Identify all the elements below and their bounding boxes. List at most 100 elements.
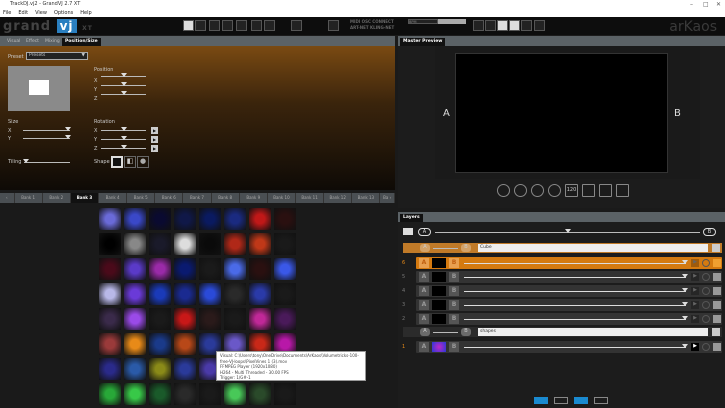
layer-opacity-slider[interactable] xyxy=(464,288,688,292)
layer-group[interactable]: A Bshapes xyxy=(403,327,722,337)
preset-dropdown[interactable]: Presets ▼ xyxy=(26,52,88,60)
clip-thumbnail[interactable] xyxy=(149,258,171,280)
group-b-button[interactable]: B xyxy=(461,244,471,252)
pencil-icon[interactable] xyxy=(616,184,629,197)
layer-thumbnail[interactable] xyxy=(432,314,446,324)
layer-row[interactable]: A B ▶ xyxy=(416,299,722,311)
layer-a-button[interactable]: A xyxy=(419,314,429,324)
layer-row[interactable]: A B ▶ xyxy=(416,257,722,269)
layer-thumbnail[interactable] xyxy=(432,272,446,282)
clip-thumbnail[interactable] xyxy=(224,308,246,330)
brightness-icon[interactable] xyxy=(514,184,527,197)
tab-effect[interactable]: Effect xyxy=(23,38,42,46)
layer-thumbnail[interactable] xyxy=(432,258,446,268)
clip-thumbnail[interactable] xyxy=(99,333,121,355)
layer-a-button[interactable]: A xyxy=(419,272,429,282)
group-name-field[interactable]: Cube xyxy=(478,244,708,252)
clip-thumbnail[interactable] xyxy=(249,233,271,255)
layer-row[interactable]: A B ▶ xyxy=(416,313,722,325)
clip-thumbnail[interactable] xyxy=(99,208,121,230)
layer-b-button[interactable]: B xyxy=(449,258,459,268)
contrast-icon[interactable] xyxy=(548,184,561,197)
layer-opacity-slider[interactable] xyxy=(464,302,688,306)
bank-tab[interactable]: Ba › xyxy=(380,193,395,203)
position-x-slider[interactable] xyxy=(101,73,146,77)
clip-thumbnail[interactable] xyxy=(274,208,296,230)
play-icon[interactable]: ▶ xyxy=(151,127,158,134)
filter-icon[interactable] xyxy=(509,20,520,31)
list-view-icon[interactable] xyxy=(183,20,194,31)
clip-thumbnail[interactable] xyxy=(174,283,196,305)
clip-thumbnail[interactable] xyxy=(149,333,171,355)
clip-thumbnail[interactable] xyxy=(249,308,271,330)
layer-opacity-slider[interactable] xyxy=(464,316,688,320)
layer-b-button[interactable]: B xyxy=(449,272,459,282)
clip-thumbnail[interactable] xyxy=(199,383,221,405)
play-icon[interactable]: ▶ xyxy=(691,273,699,281)
bank-tab[interactable]: Bank 10 xyxy=(268,193,296,203)
clip-thumbnail[interactable] xyxy=(124,258,146,280)
stop-icon[interactable] xyxy=(702,301,710,309)
clip-thumbnail[interactable] xyxy=(199,283,221,305)
layer-a-button[interactable]: A xyxy=(419,300,429,310)
layer-b-button[interactable]: B xyxy=(449,314,459,324)
edit-icon[interactable] xyxy=(712,244,720,252)
layer-a-button[interactable]: A xyxy=(419,286,429,296)
clip-thumbnail[interactable] xyxy=(174,383,196,405)
clip-thumbnail[interactable] xyxy=(249,208,271,230)
menu-file[interactable]: File xyxy=(3,9,11,17)
grid-view-icon[interactable] xyxy=(195,20,206,31)
clip-thumbnail[interactable] xyxy=(149,283,171,305)
clip-thumbnail[interactable] xyxy=(124,383,146,405)
layout2-icon[interactable] xyxy=(485,20,496,31)
brush-icon[interactable] xyxy=(236,20,247,31)
clip-thumbnail[interactable] xyxy=(99,383,121,405)
bank-tab[interactable]: Bank 6 xyxy=(155,193,184,203)
clip-thumbnail[interactable] xyxy=(199,208,221,230)
loop-icon[interactable] xyxy=(594,397,608,404)
position-z-slider[interactable] xyxy=(101,91,146,95)
clip-thumbnail[interactable] xyxy=(224,258,246,280)
clip-thumbnail[interactable] xyxy=(149,233,171,255)
bank-tab[interactable]: Bank 8 xyxy=(212,193,240,203)
bank-tab[interactable]: ‹ xyxy=(0,193,15,203)
clip-thumbnail[interactable] xyxy=(274,308,296,330)
clip-thumbnail[interactable] xyxy=(199,308,221,330)
size-y-slider[interactable] xyxy=(23,135,71,139)
mic-icon[interactable] xyxy=(291,20,302,31)
group-a-button[interactable]: A xyxy=(420,244,430,252)
bank-tab[interactable]: Bank 1 xyxy=(15,193,43,203)
edit-icon[interactable] xyxy=(713,287,721,295)
clip-thumbnail[interactable] xyxy=(99,233,121,255)
clip-thumbnail[interactable] xyxy=(199,258,221,280)
layout3-icon[interactable] xyxy=(497,20,508,31)
clip-thumbnail[interactable] xyxy=(124,308,146,330)
layer-row[interactable]: A B ▶ xyxy=(416,271,722,283)
clip-thumbnail[interactable] xyxy=(224,283,246,305)
arrow-icon[interactable] xyxy=(574,397,588,404)
tab-visual[interactable]: Visual xyxy=(4,38,23,46)
crossfade2-icon[interactable] xyxy=(222,20,233,31)
menu-help[interactable]: Help xyxy=(80,9,91,17)
size-x-slider[interactable] xyxy=(23,127,71,131)
clip-thumbnail[interactable] xyxy=(124,333,146,355)
layer-thumbnail[interactable] xyxy=(432,342,446,352)
clip-thumbnail[interactable] xyxy=(274,258,296,280)
master-crossfader[interactable] xyxy=(435,229,700,233)
layer-b-button[interactable]: B xyxy=(449,342,459,352)
layer-menu-icon[interactable] xyxy=(403,228,413,235)
edit-icon[interactable] xyxy=(713,315,721,323)
clip-thumbnail[interactable] xyxy=(124,283,146,305)
bank-tab[interactable]: Bank 3 xyxy=(70,193,99,203)
clip-thumbnail[interactable] xyxy=(249,283,271,305)
bank-tab[interactable]: Bank 7 xyxy=(183,193,212,203)
shape-cube-icon[interactable]: ◧ xyxy=(124,156,136,168)
play-icon[interactable]: ▶ xyxy=(151,145,158,152)
clip-thumbnail[interactable] xyxy=(274,233,296,255)
rotation-x-slider[interactable] xyxy=(101,127,146,131)
layer-opacity-slider[interactable] xyxy=(464,274,688,278)
group-crossfader[interactable] xyxy=(433,248,458,249)
clip-thumbnail[interactable] xyxy=(199,233,221,255)
tab-mixing[interactable]: Mixing xyxy=(42,38,63,46)
play-icon[interactable]: ▶ xyxy=(691,259,699,267)
